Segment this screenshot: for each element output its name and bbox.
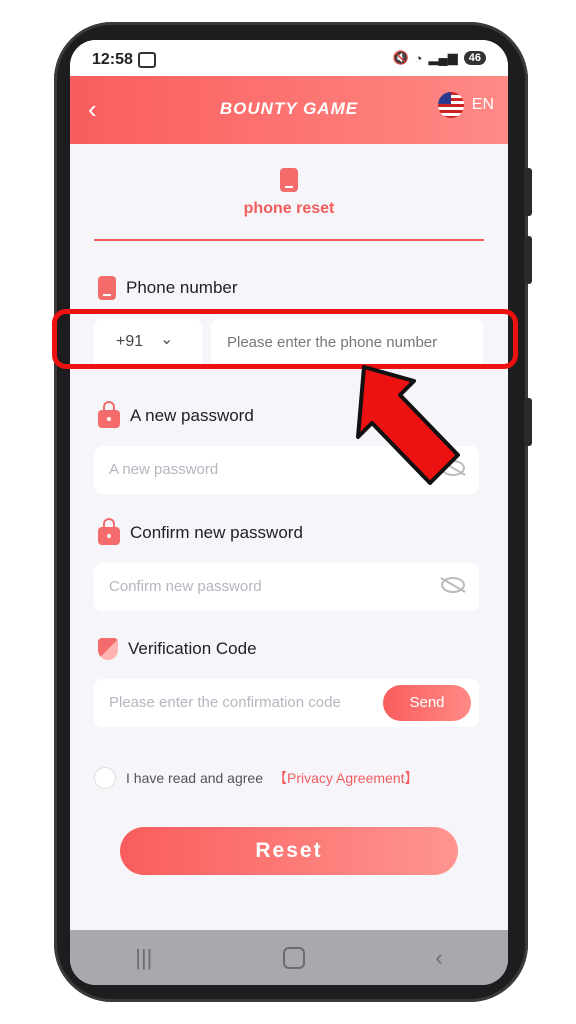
phone-icon: [98, 276, 116, 300]
agreement-row: I have read and agree 【Privacy Agreement…: [94, 767, 419, 789]
phone-icon: [280, 168, 298, 192]
recents-icon[interactable]: |||: [135, 945, 152, 971]
tab-label: phone reset: [243, 200, 335, 217]
screenshot-icon: [138, 52, 156, 68]
language-label: EN: [471, 96, 494, 113]
app-header: ‹ BOUNTY GAME EN: [70, 76, 508, 144]
reset-button[interactable]: Reset: [120, 827, 458, 875]
us-flag-icon: [437, 92, 464, 118]
tab-underline: [94, 239, 484, 241]
eye-off-icon[interactable]: [441, 577, 465, 593]
status-bar: 12:58 🔇 ◔ ▂▄▆ 46: [70, 40, 508, 76]
confirm-password-label: Confirm new password: [98, 518, 303, 545]
status-time: 12:58: [92, 51, 133, 68]
mute-icon: 🔇: [392, 50, 409, 65]
lock-icon: [98, 401, 120, 428]
new-password-label: A new password: [98, 401, 254, 428]
confirm-password-input[interactable]: Confirm new password: [94, 563, 479, 611]
shield-icon: [98, 638, 118, 660]
language-selector[interactable]: EN: [437, 92, 494, 118]
volume-up-button: [524, 168, 532, 216]
verification-code-input[interactable]: Please enter the confirmation code Send: [94, 679, 479, 727]
phone-number-label: Phone number: [98, 276, 238, 300]
tab-phone-reset[interactable]: phone reset: [70, 168, 508, 218]
battery-badge: 46: [463, 51, 486, 65]
volume-down-button: [524, 236, 532, 284]
pointer-arrow-icon: [356, 365, 460, 485]
agree-checkbox[interactable]: [94, 767, 116, 789]
system-nav-bar: ||| ‹: [70, 930, 508, 985]
home-icon[interactable]: [282, 946, 305, 969]
agreement-text: I have read and agree: [126, 770, 263, 786]
lock-icon: [98, 518, 120, 545]
verification-code-label: Verification Code: [98, 638, 257, 660]
power-button: [524, 398, 532, 446]
wifi-icon: ◔: [414, 50, 423, 66]
privacy-agreement-link[interactable]: 【Privacy Agreement】: [273, 768, 419, 788]
screen: 12:58 🔇 ◔ ▂▄▆ 46 ‹ BOUNTY GAME EN phone …: [70, 40, 508, 985]
signal-icon: ▂▄▆: [428, 50, 458, 65]
nav-back-icon[interactable]: ‹: [435, 945, 442, 971]
send-code-button[interactable]: Send: [383, 685, 471, 721]
